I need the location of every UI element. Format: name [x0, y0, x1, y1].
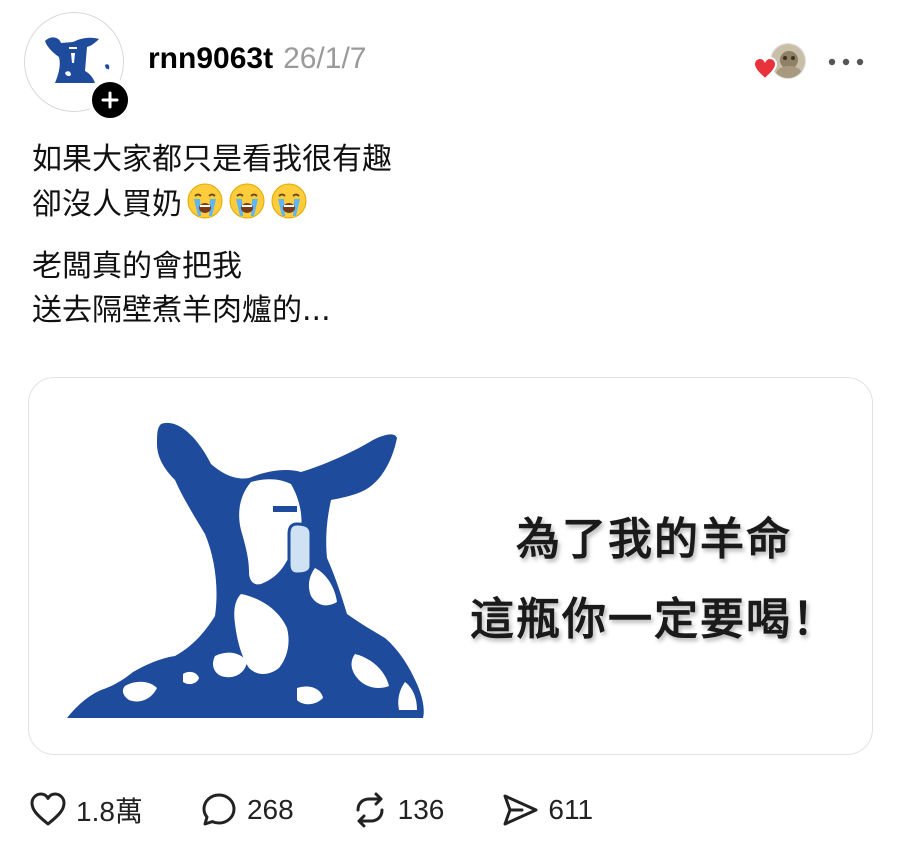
post-paragraph: 老闆真的會把我 送去隔壁煮羊肉爐的... [32, 245, 392, 333]
post-image[interactable]: 為了我的羊命 這瓶你一定要喝！ [28, 377, 873, 755]
share-count: 611 [548, 794, 594, 825]
action-bar: 1.8萬 268 136 611 [28, 788, 649, 832]
post-paragraph: 如果大家都只是看我很有趣 卻沒人買奶😭😭😭 [32, 138, 392, 227]
emoji-group: 😭😭😭 [186, 182, 308, 220]
caption-line: 為了我的羊命 [516, 514, 792, 565]
crying-emoji-icon [229, 183, 265, 219]
share-icon [503, 794, 538, 826]
share-button[interactable]: 611 [500, 790, 593, 830]
repost-count: 136 [397, 794, 445, 825]
like-button[interactable]: 1.8萬 [28, 790, 143, 830]
post-header: rnn9063t 26/1/7 [148, 42, 366, 76]
repost-button[interactable]: 136 [350, 790, 445, 830]
caption-line: 這瓶你一定要喝！ [470, 594, 838, 645]
more-icon[interactable] [826, 52, 866, 72]
post-line: 送去隔壁煮羊肉爐的... [32, 293, 331, 328]
crying-emoji-icon [187, 183, 223, 219]
post-line-text: 卻沒人買奶 [32, 187, 182, 222]
post-line: 卻沒人買奶😭😭😭 [32, 182, 392, 227]
reply-button[interactable]: 268 [199, 790, 294, 830]
crying-emoji-icon [271, 183, 307, 219]
reply-count: 268 [246, 794, 294, 825]
author-avatar-group[interactable] [24, 12, 132, 122]
goat-illustration-icon [67, 422, 424, 718]
username[interactable]: rnn9063t [148, 42, 273, 76]
heart-icon [752, 56, 778, 81]
repost-icon [356, 792, 384, 828]
heart-icon [30, 792, 66, 826]
post-body: 如果大家都只是看我很有趣 卻沒人買奶😭😭😭 [32, 138, 392, 333]
like-count: 1.8萬 [76, 796, 143, 827]
image-caption: 為了我的羊命 這瓶你一定要喝！ [449, 500, 859, 660]
plus-icon [101, 91, 119, 109]
follow-button[interactable] [88, 78, 132, 122]
reply-icon [202, 793, 236, 826]
post-line: 如果大家都只是看我很有趣 [32, 142, 392, 177]
post-line: 老闆真的會把我 [32, 249, 242, 284]
timestamp: 26/1/7 [283, 42, 367, 75]
